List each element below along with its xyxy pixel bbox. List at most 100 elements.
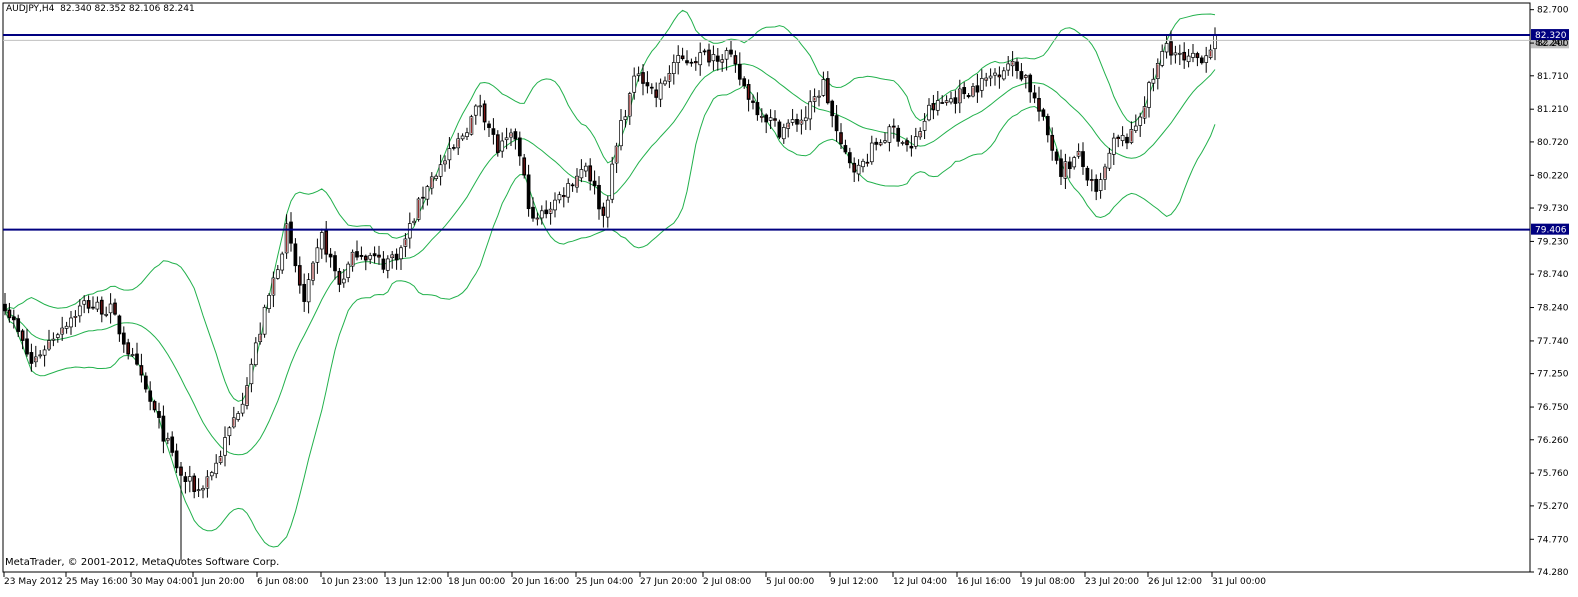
- candle-bear: [715, 55, 720, 62]
- candle-bull: [658, 82, 663, 100]
- candle-bull: [1138, 116, 1143, 126]
- candle-bear: [29, 352, 34, 364]
- x-tick-label: 20 Jun 16:00: [512, 577, 569, 587]
- x-tick-label: 5 Jul 00:00: [766, 577, 815, 587]
- candle-bull: [412, 220, 417, 224]
- candle-marker: [602, 208, 604, 215]
- candle-bear: [1081, 151, 1085, 167]
- candle-marker: [101, 301, 103, 314]
- candle-bull: [460, 135, 465, 140]
- candle-marker: [616, 147, 618, 162]
- candle-bull: [341, 278, 346, 284]
- candle-marker: [576, 177, 578, 187]
- candle-bear: [3, 303, 7, 312]
- candle-bear: [135, 353, 139, 365]
- candle-bull: [1191, 52, 1195, 58]
- candle-marker: [325, 231, 327, 254]
- candle-marker: [840, 133, 842, 143]
- candle-bull: [1111, 137, 1116, 155]
- candle-marker: [1104, 167, 1106, 179]
- candle-bull: [557, 194, 562, 201]
- candle-marker: [22, 331, 24, 340]
- candle-bull: [385, 258, 390, 271]
- bollinger-upper-band: [4, 9, 1216, 402]
- bollinger-middle-band: [4, 63, 1216, 456]
- candle-bear: [1045, 115, 1050, 136]
- candle-bull: [1098, 179, 1103, 191]
- candle-bear: [174, 450, 179, 469]
- candle-bear: [394, 253, 399, 261]
- candle-bear: [148, 390, 153, 402]
- candle-bull: [632, 75, 637, 93]
- candle-marker: [1038, 99, 1040, 111]
- candle-bear: [16, 318, 21, 332]
- candle-marker: [906, 141, 908, 144]
- candle-bear: [830, 100, 835, 117]
- candle-bull: [104, 313, 109, 316]
- candle-marker: [510, 133, 512, 137]
- candle-bull: [759, 115, 764, 118]
- candle-marker: [827, 79, 829, 102]
- candle-marker: [1117, 138, 1119, 140]
- candle-marker: [246, 386, 248, 405]
- candle-marker: [774, 119, 776, 121]
- candle-bear: [834, 115, 839, 132]
- y-tick-label: 75.760: [1537, 469, 1569, 479]
- candle-marker: [932, 104, 934, 109]
- candle-bull: [69, 317, 73, 328]
- y-tick-label: 80.220: [1537, 171, 1569, 181]
- candle-bull: [73, 316, 78, 318]
- candle-marker: [8, 310, 10, 317]
- price-chart[interactable]: 82.24182.32079.40682.70082.20081.71081.2…: [0, 0, 1578, 593]
- y-tick-label: 79.230: [1537, 237, 1569, 247]
- candle-marker: [431, 177, 433, 188]
- chart-frame: [2, 2, 1531, 573]
- candle-bull: [306, 279, 311, 303]
- candle-marker: [972, 87, 974, 96]
- candle-marker: [550, 210, 552, 213]
- candle-bull: [913, 136, 918, 147]
- candle-marker: [1064, 162, 1066, 178]
- candle-bear: [953, 97, 958, 104]
- candle-bear: [764, 114, 769, 123]
- candle-bull: [240, 403, 245, 414]
- candle-bull: [399, 247, 403, 260]
- candle-bear: [451, 147, 456, 149]
- candle-marker: [893, 127, 895, 129]
- candle-bull: [883, 140, 887, 143]
- candle-bear: [1089, 179, 1094, 181]
- candle-bull: [1164, 43, 1169, 53]
- x-tick-label: 30 May 04:00: [131, 577, 193, 587]
- candle-marker: [418, 199, 420, 219]
- candle-bear: [874, 141, 879, 145]
- candle-bull: [605, 199, 610, 218]
- candle-marker: [748, 85, 750, 99]
- candle-bear: [372, 253, 377, 257]
- candle-bear: [531, 206, 535, 219]
- candle-bear: [121, 332, 126, 345]
- candle-bear: [597, 184, 601, 210]
- candle-marker: [946, 101, 948, 103]
- candle-bear: [843, 145, 848, 153]
- x-tick-label: 10 Jun 23:00: [321, 577, 378, 587]
- chart-area[interactable]: 82.241 82.320 79.406 82.700 82.200 81.710 81.2…: [0, 0, 1578, 593]
- candle-bull: [768, 117, 773, 121]
- candle-bull: [979, 78, 984, 91]
- candle-bear: [729, 49, 733, 55]
- candle-bear: [25, 338, 29, 355]
- level-price-label: 79.406: [1535, 226, 1567, 236]
- candle-bull: [808, 101, 813, 120]
- candle-bull: [368, 255, 373, 260]
- y-tick-label: 74.280: [1537, 568, 1569, 578]
- candle-marker: [457, 139, 459, 147]
- candle-marker: [1210, 51, 1212, 57]
- candle-bear: [737, 63, 742, 80]
- candle-bull: [267, 294, 271, 309]
- candle-bear: [1019, 71, 1024, 80]
- candle-bull: [1147, 82, 1151, 108]
- candle-bull: [1204, 55, 1209, 63]
- x-tick-label: 2 Jul 08:00: [703, 577, 752, 587]
- candle-bear: [685, 60, 689, 64]
- x-tick-label: 18 Jun 00:00: [448, 577, 505, 587]
- candle-marker: [180, 467, 182, 475]
